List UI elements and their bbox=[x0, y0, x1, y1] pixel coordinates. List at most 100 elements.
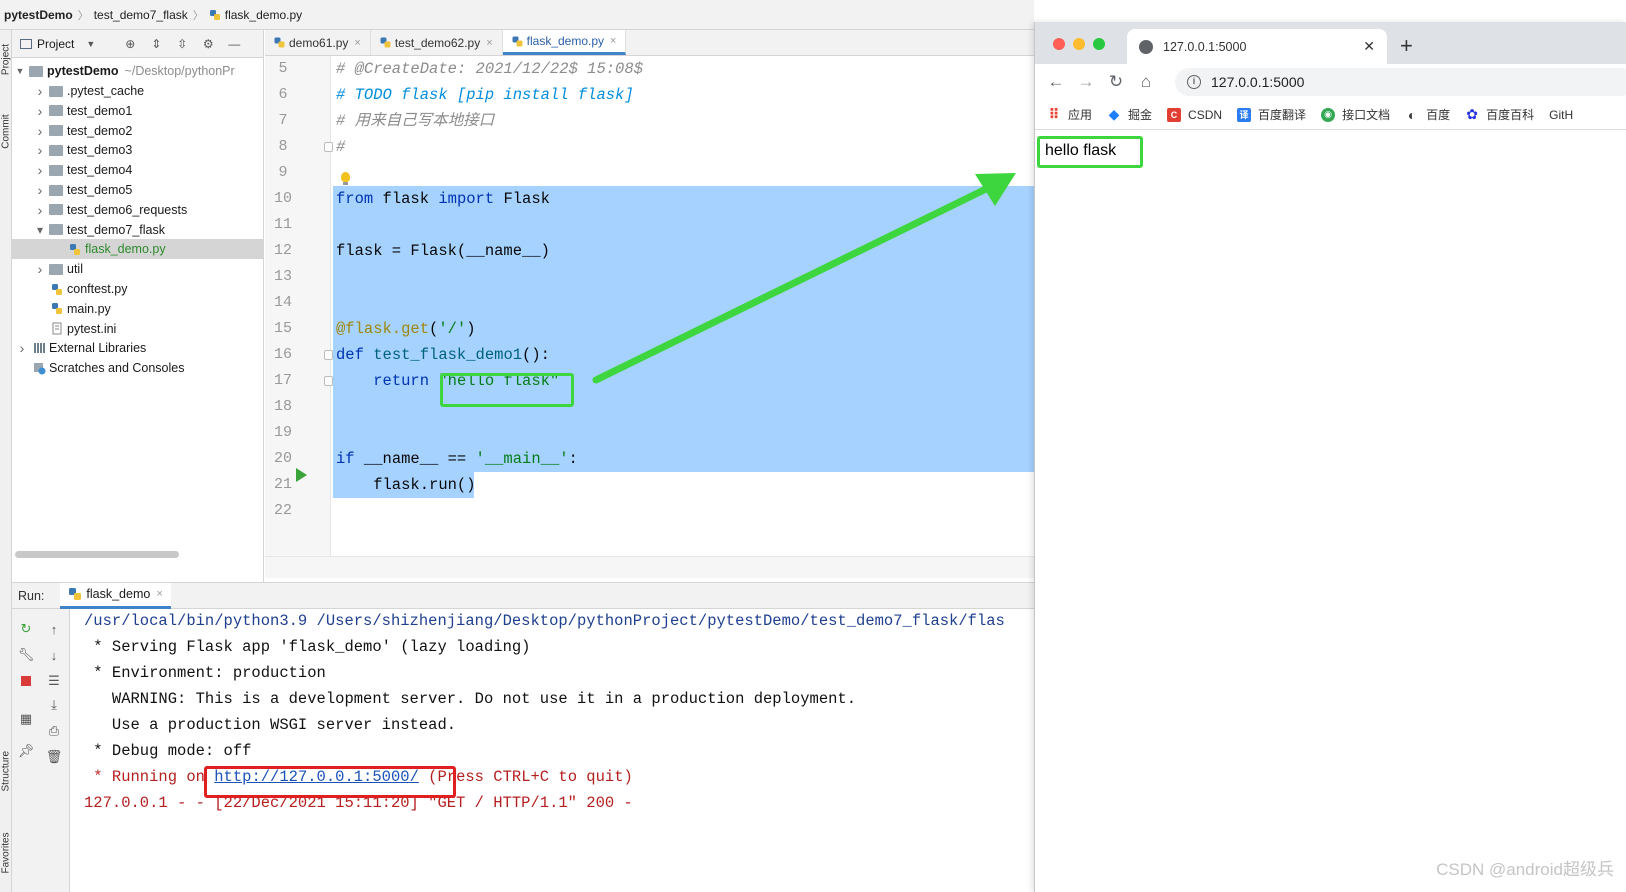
layout-icon[interactable]: ▦ bbox=[18, 711, 34, 727]
close-icon[interactable]: × bbox=[354, 37, 360, 49]
python-file-icon bbox=[51, 283, 63, 296]
home-icon[interactable]: ⌂ bbox=[1131, 72, 1161, 92]
wrench-icon[interactable]: 🔧︎ bbox=[18, 647, 35, 663]
stop-icon[interactable] bbox=[18, 673, 34, 689]
project-view-selector[interactable]: Project bbox=[37, 37, 74, 51]
tree-item[interactable]: › test_demo1 bbox=[12, 101, 263, 121]
breadcrumb-project[interactable]: pytestDemo bbox=[4, 8, 73, 22]
new-tab-button[interactable]: + bbox=[1400, 33, 1413, 59]
minimize-icon[interactable]: — bbox=[227, 37, 241, 51]
tree-item[interactable]: › util bbox=[12, 259, 263, 279]
folder-icon bbox=[49, 85, 63, 97]
stripe-commit-button[interactable]: Commit bbox=[1, 112, 12, 152]
forward-icon[interactable]: → bbox=[1071, 72, 1101, 92]
back-icon[interactable]: ← bbox=[1041, 72, 1071, 92]
scroll-up-icon[interactable]: ↑ bbox=[46, 621, 62, 637]
print-icon[interactable]: ⎙ bbox=[46, 723, 62, 739]
stripe-favorites-button[interactable]: Favorites bbox=[1, 832, 12, 873]
browser-tab[interactable]: 127.0.0.1:5000 ✕ bbox=[1127, 29, 1387, 64]
expand-arrow-icon[interactable]: › bbox=[34, 202, 46, 218]
window-minimize-icon[interactable] bbox=[1073, 38, 1085, 50]
lightbulb-icon[interactable] bbox=[341, 172, 350, 185]
browser-toolbar: ← → ↻ ⌂ i 127.0.0.1:5000 bbox=[1035, 64, 1626, 100]
expand-arrow-icon[interactable]: › bbox=[34, 162, 46, 178]
reload-icon[interactable]: ↻ bbox=[1101, 72, 1131, 92]
tree-item[interactable]: › .pytest_cache bbox=[12, 81, 263, 101]
tree-item[interactable]: ▾ test_demo7_flask bbox=[12, 220, 263, 240]
stripe-structure-button[interactable]: Structure bbox=[1, 751, 12, 792]
fold-marker-icon[interactable] bbox=[324, 376, 333, 386]
editor-tab[interactable]: flask_demo.py × bbox=[502, 30, 627, 55]
bookmark-item[interactable]: ◐ 百度 bbox=[1405, 106, 1450, 123]
info-icon[interactable]: i bbox=[1187, 75, 1201, 89]
tree-item[interactable]: › External Libraries bbox=[12, 338, 263, 358]
bookmark-item[interactable]: ◆ 掘金 bbox=[1107, 106, 1152, 123]
expand-arrow-icon[interactable]: › bbox=[34, 142, 46, 158]
bookmark-item[interactable]: GitH bbox=[1549, 108, 1573, 122]
bookmark-item[interactable]: 译百度翻译 bbox=[1237, 106, 1306, 123]
run-tab-flask-demo[interactable]: flask_demo × bbox=[60, 582, 171, 609]
browser-tab-title: 127.0.0.1:5000 bbox=[1163, 39, 1247, 54]
close-icon[interactable]: × bbox=[156, 588, 162, 600]
close-icon[interactable]: × bbox=[610, 35, 616, 47]
breadcrumb-folder[interactable]: test_demo7_flask bbox=[94, 8, 188, 22]
tree-item[interactable]: pytest.ini bbox=[12, 319, 263, 339]
tree-item[interactable]: conftest.py bbox=[12, 279, 263, 299]
address-bar[interactable]: i 127.0.0.1:5000 bbox=[1175, 68, 1626, 96]
project-horizontal-scrollbar[interactable] bbox=[15, 551, 179, 558]
window-close-icon[interactable] bbox=[1053, 38, 1065, 50]
scroll-down-icon[interactable]: ↓ bbox=[46, 647, 62, 663]
scroll-to-end-icon[interactable]: ⤓ bbox=[46, 697, 62, 713]
expand-arrow-icon[interactable]: ▼ bbox=[14, 66, 26, 76]
rerun-icon[interactable]: ↻ bbox=[18, 621, 34, 637]
expand-arrow-icon[interactable]: › bbox=[34, 103, 46, 119]
tree-item[interactable]: › test_demo3 bbox=[12, 140, 263, 160]
breadcrumb-file[interactable]: flask_demo.py bbox=[225, 8, 302, 22]
tree-item[interactable]: Scratches and Consoles bbox=[12, 358, 263, 378]
bookmark-item[interactable]: ✿ 百度百科 bbox=[1465, 106, 1534, 123]
expand-all-icon[interactable]: ⇕ bbox=[149, 37, 163, 51]
tree-item[interactable]: › test_demo5 bbox=[12, 180, 263, 200]
tree-item-label: test_demo5 bbox=[67, 183, 133, 197]
gear-icon[interactable]: ⚙ bbox=[201, 37, 215, 51]
fold-marker-icon[interactable] bbox=[324, 350, 333, 360]
tree-item-label: Scratches and Consoles bbox=[49, 361, 185, 376]
server-url-link[interactable]: http://127.0.0.1:5000/ bbox=[214, 768, 419, 786]
editor-tab[interactable]: test_demo62.py × bbox=[371, 30, 503, 55]
collapse-arrow-icon[interactable]: ▾ bbox=[34, 223, 46, 237]
pin-icon[interactable]: 📌︎ bbox=[18, 743, 35, 759]
close-icon[interactable]: × bbox=[486, 37, 492, 49]
stripe-project-button[interactable]: Project bbox=[1, 40, 12, 80]
code-token: # @CreateDate: 2021/12/22$ 15:08$ bbox=[336, 60, 643, 78]
tree-item[interactable]: › test_demo2 bbox=[12, 121, 263, 141]
run-console[interactable]: /usr/local/bin/python3.9 /Users/shizhenj… bbox=[70, 609, 1034, 892]
tree-item-label: util bbox=[67, 262, 83, 277]
expand-arrow-icon[interactable]: › bbox=[34, 261, 46, 277]
fold-marker-icon[interactable] bbox=[324, 142, 333, 152]
line-number: 8 bbox=[278, 138, 288, 155]
bookmark-item[interactable]: ⠿ 应用 bbox=[1047, 106, 1092, 123]
code-line: # @CreateDate: 2021/12/22$ 15:08$ bbox=[336, 56, 643, 82]
tree-item[interactable]: › test_demo6_requests bbox=[12, 200, 263, 220]
collapse-all-icon[interactable]: ⇳ bbox=[175, 37, 189, 51]
expand-arrow-icon[interactable]: › bbox=[34, 123, 46, 139]
soft-wrap-icon[interactable]: ☰ bbox=[46, 673, 62, 689]
editor-tab[interactable]: demo61.py × bbox=[265, 30, 371, 55]
expand-arrow-icon[interactable]: › bbox=[34, 83, 46, 99]
tree-item[interactable]: › test_demo4 bbox=[12, 160, 263, 180]
locate-file-icon[interactable]: ⊕ bbox=[123, 37, 137, 51]
close-icon[interactable]: ✕ bbox=[1363, 38, 1375, 55]
bookmark-item[interactable]: ◉ 接口文档 bbox=[1321, 106, 1390, 123]
expand-arrow-icon[interactable]: › bbox=[34, 182, 46, 198]
bookmark-label: 百度 bbox=[1426, 108, 1451, 122]
tree-item[interactable]: flask_demo.py bbox=[12, 239, 263, 260]
expand-arrow-icon[interactable]: › bbox=[16, 340, 28, 356]
chevron-down-icon[interactable]: ▼ bbox=[86, 39, 95, 49]
trash-icon[interactable]: 🗑︎ bbox=[46, 749, 63, 765]
tree-item[interactable]: main.py bbox=[12, 299, 263, 319]
bookmark-item[interactable]: C CSDN bbox=[1167, 107, 1222, 122]
tree-root[interactable]: ▼ pytestDemo ~/Desktop/pythonPr bbox=[12, 61, 263, 81]
window-zoom-icon[interactable] bbox=[1093, 38, 1105, 50]
code-editor[interactable]: # @CreateDate: 2021/12/22$ 15:08$ # TODO … bbox=[333, 56, 1034, 556]
